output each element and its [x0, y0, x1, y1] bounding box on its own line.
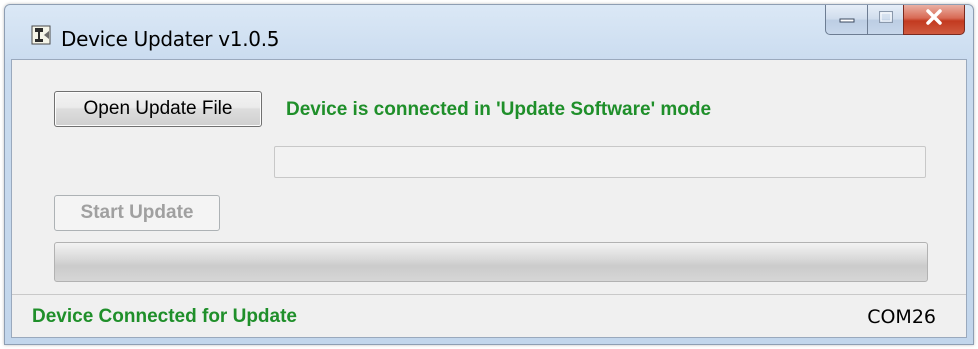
- device-updater-icon[interactable]: [31, 25, 51, 45]
- maximize-button[interactable]: [867, 5, 903, 35]
- update-progress-bar: [54, 242, 928, 282]
- close-icon: [925, 9, 943, 30]
- window-controls: [825, 5, 965, 35]
- com-port-label: COM26: [867, 306, 936, 328]
- open-update-file-button[interactable]: Open Update File: [54, 91, 262, 127]
- update-file-path-field[interactable]: [274, 146, 926, 178]
- window-title: Device Updater v1.0.5: [61, 27, 280, 51]
- title-bar[interactable]: Device Updater v1.0.5: [5, 5, 973, 59]
- status-bar: Device Connected for Update COM26: [12, 294, 966, 337]
- connection-status-text: Device Connected for Update: [32, 306, 297, 327]
- close-button[interactable]: [903, 5, 965, 35]
- connection-message: Device is connected in 'Update Software'…: [286, 99, 712, 120]
- minimize-icon: [839, 11, 855, 29]
- start-update-button[interactable]: Start Update: [54, 195, 220, 231]
- minimize-button[interactable]: [825, 5, 867, 35]
- client-area: Open Update File Device is connected in …: [11, 59, 967, 338]
- maximize-icon: [878, 10, 894, 29]
- app-window: Device Updater v1.0.5 Open Update File D…: [4, 4, 974, 345]
